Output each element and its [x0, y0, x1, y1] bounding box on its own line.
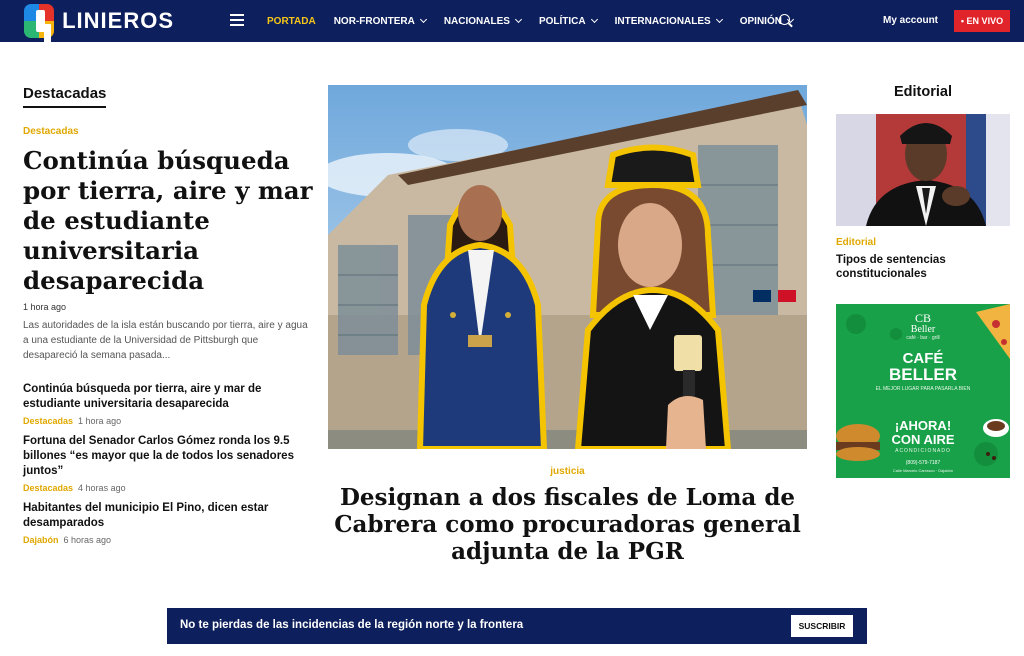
- nav-item-politica[interactable]: POLÍTICA: [530, 16, 606, 27]
- nav-item-nacionales[interactable]: NACIONALES: [435, 16, 530, 27]
- ad-brand-sub: café · bar · grill: [906, 335, 940, 341]
- section-title-editorial: Editorial: [893, 84, 952, 100]
- section-title-destacadas: Destacadas: [23, 85, 107, 108]
- story-list: Continúa búsqueda por tierra, aire y mar…: [23, 382, 303, 553]
- ad-tagline: EL MEJOR LUGAR PARA PASARLA BIEN: [875, 386, 971, 392]
- main-story-category[interactable]: Destacadas: [23, 126, 79, 137]
- main-story-excerpt: Las autoridades de la isla están buscand…: [23, 320, 308, 361]
- ad-promo-1: ¡AHORA!: [894, 418, 952, 433]
- main-story-headline[interactable]: Continúa búsqueda por tierra, aire y mar…: [23, 146, 313, 296]
- top-navigation-bar: LINIEROS PORTADA NOR-FRONTERA NACIONALES…: [0, 0, 1024, 42]
- nav-item-internacionales[interactable]: INTERNACIONALES: [606, 16, 731, 27]
- nav-item-nor-frontera[interactable]: NOR-FRONTERA: [325, 16, 435, 27]
- ad-address: Calle Marcelo Carrasco · Dajabón: [892, 468, 954, 473]
- ad-promo-3: ACONDICIONADO: [895, 448, 951, 454]
- list-item-time: 6 horas ago: [63, 535, 112, 545]
- live-button[interactable]: • EN VIVO: [954, 10, 1010, 32]
- editorial-category[interactable]: Editorial: [836, 237, 876, 248]
- ad-headline-1: CAFÉ: [902, 350, 944, 367]
- list-item: Continúa búsqueda por tierra, aire y mar…: [23, 382, 303, 426]
- search-icon[interactable]: [779, 14, 790, 25]
- hamburger-menu-icon[interactable]: [230, 14, 244, 26]
- list-item-time: 4 horas ago: [78, 483, 126, 493]
- list-item-title[interactable]: Habitantes del municipio El Pino, dicen …: [23, 501, 303, 531]
- chevron-down-icon: [715, 15, 723, 24]
- ad-promo-2: CON AIRE: [891, 432, 955, 447]
- ad-phone: (809)-579-7187: [905, 460, 941, 466]
- list-item-category[interactable]: Destacadas: [23, 483, 73, 493]
- list-item-category[interactable]: Dajabón: [23, 535, 59, 545]
- feature-image[interactable]: [328, 85, 807, 449]
- list-item-category[interactable]: Destacadas: [23, 416, 73, 426]
- list-item-time: 1 hora ago: [78, 416, 122, 426]
- list-item: Habitantes del municipio El Pino, dicen …: [23, 501, 303, 545]
- chevron-down-icon: [419, 15, 427, 24]
- logo-text: LINIEROS: [62, 8, 174, 33]
- site-logo[interactable]: LINIEROS: [24, 3, 174, 39]
- editorial-photo: [836, 114, 1010, 226]
- chevron-down-icon: [590, 15, 598, 24]
- feature-category[interactable]: justicia: [328, 466, 807, 477]
- editorial-image[interactable]: [836, 114, 1010, 226]
- logo-mark-icon: [24, 4, 55, 38]
- svg-text:CB: CB: [915, 311, 931, 325]
- subscribe-button[interactable]: SUSCRIBIR: [791, 615, 853, 637]
- ad-headline-2: BELLER: [889, 365, 957, 384]
- nav-item-portada[interactable]: PORTADA: [258, 16, 325, 27]
- newsletter-bar: No te pierdas de las incidencias de la r…: [167, 608, 867, 644]
- list-item: Fortuna del Senador Carlos Gómez ronda l…: [23, 434, 303, 493]
- feature-headline[interactable]: Designan a dos fiscales de Loma de Cabre…: [328, 484, 807, 565]
- feature-photo: [328, 85, 807, 449]
- main-nav: PORTADA NOR-FRONTERA NACIONALES POLÍTICA…: [258, 0, 802, 42]
- chevron-down-icon: [514, 15, 522, 24]
- list-item-title[interactable]: Fortuna del Senador Carlos Gómez ronda l…: [23, 434, 303, 479]
- ad-brand-top: Beller: [910, 324, 936, 335]
- list-item-title[interactable]: Continúa búsqueda por tierra, aire y mar…: [23, 382, 303, 412]
- editorial-headline[interactable]: Tipos de sentencias constitucionales: [836, 253, 1010, 281]
- main-story-time: 1 hora ago: [23, 302, 67, 312]
- my-account-link[interactable]: My account: [883, 15, 938, 26]
- newsletter-text: No te pierdas de las incidencias de la r…: [180, 619, 524, 631]
- advertisement-cafe-beller[interactable]: CB Beller café · bar · grill CAFÉ BELLER…: [836, 304, 1010, 478]
